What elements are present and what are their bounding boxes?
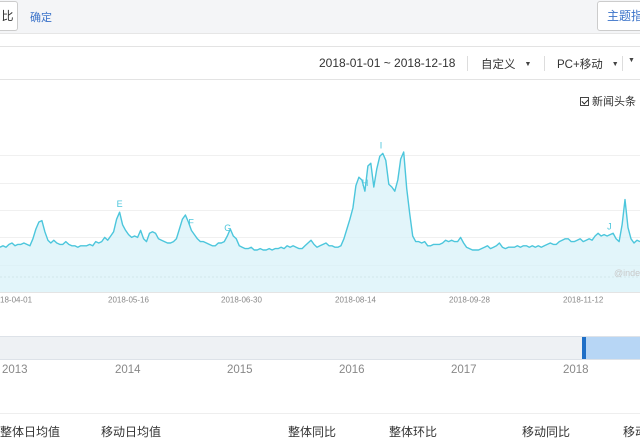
caret-down-icon: ▼ bbox=[524, 61, 532, 68]
trend-chart[interactable]: E F G H I J 18-04-01 2018-05-16 2018-06-30 2018-… bbox=[0, 100, 640, 336]
slider-selection[interactable] bbox=[584, 337, 640, 359]
x-tick-labels: 18-04-01 2018-05-16 2018-06-30 2018-08-14 20… bbox=[0, 296, 604, 305]
series-line bbox=[0, 151, 640, 251]
divider bbox=[622, 56, 623, 71]
x-tick-label: 2018-08-14 bbox=[335, 296, 376, 305]
x-tick-label: 2018-06-30 bbox=[221, 296, 262, 305]
event-marker[interactable]: I bbox=[380, 140, 383, 150]
divider bbox=[0, 413, 640, 414]
caret-down-icon[interactable]: ▼ bbox=[628, 57, 635, 64]
col-header: 整体日均值 bbox=[0, 425, 61, 439]
event-marker[interactable]: E bbox=[117, 199, 123, 209]
col-header: 移动日均值 bbox=[101, 425, 162, 439]
filter-bar: 2018-01-01 ~ 2018-12-18 自定义 ▼ PC+移动 ▼ ▼ bbox=[0, 46, 640, 80]
x-tick-label: 18-04-01 bbox=[0, 296, 33, 305]
range-type-label: 自定义 bbox=[481, 59, 516, 71]
device-dropdown[interactable]: PC+移动 ▼ bbox=[557, 56, 619, 72]
watermark: @inde bbox=[614, 268, 640, 278]
device-label: PC+移动 bbox=[557, 59, 603, 71]
confirm-link[interactable]: 确定 bbox=[30, 9, 52, 25]
date-range-picker[interactable]: 2018-01-01 ~ 2018-12-18 bbox=[319, 56, 455, 70]
divider bbox=[544, 56, 545, 71]
event-marker[interactable]: G bbox=[224, 223, 231, 233]
x-tick-label: 2018-11-12 bbox=[563, 296, 604, 305]
year-label: 2017 bbox=[451, 364, 477, 376]
range-type-dropdown[interactable]: 自定义 ▼ bbox=[481, 56, 531, 72]
year-label: 2015 bbox=[227, 364, 253, 376]
theme-index-button[interactable]: 主题指数 bbox=[597, 1, 640, 31]
slider-handle[interactable] bbox=[582, 337, 586, 359]
top-toolbar: 比 确定 主题指数 bbox=[0, 0, 640, 34]
compare-button[interactable]: 比 bbox=[0, 1, 18, 31]
divider bbox=[467, 56, 468, 71]
caret-down-icon: ▼ bbox=[611, 61, 619, 68]
year-label: 2016 bbox=[339, 364, 365, 376]
col-header: 整体同比 bbox=[288, 425, 337, 439]
year-label: 2013 bbox=[2, 364, 28, 376]
x-tick-label: 2018-05-16 bbox=[108, 296, 149, 305]
event-marker[interactable]: J bbox=[607, 222, 612, 232]
col-header: 整体环比 bbox=[389, 425, 438, 439]
series-area bbox=[0, 152, 640, 292]
col-header: 移动同比 bbox=[522, 425, 571, 439]
x-tick-label: 2018-09-28 bbox=[449, 296, 490, 305]
year-label: 2018 bbox=[563, 364, 589, 376]
year-label: 2014 bbox=[115, 364, 141, 376]
time-range-slider[interactable] bbox=[0, 336, 640, 360]
event-marker[interactable]: F bbox=[188, 217, 194, 227]
col-header: 移动环比 bbox=[623, 425, 640, 439]
event-marker[interactable]: H bbox=[362, 178, 369, 188]
